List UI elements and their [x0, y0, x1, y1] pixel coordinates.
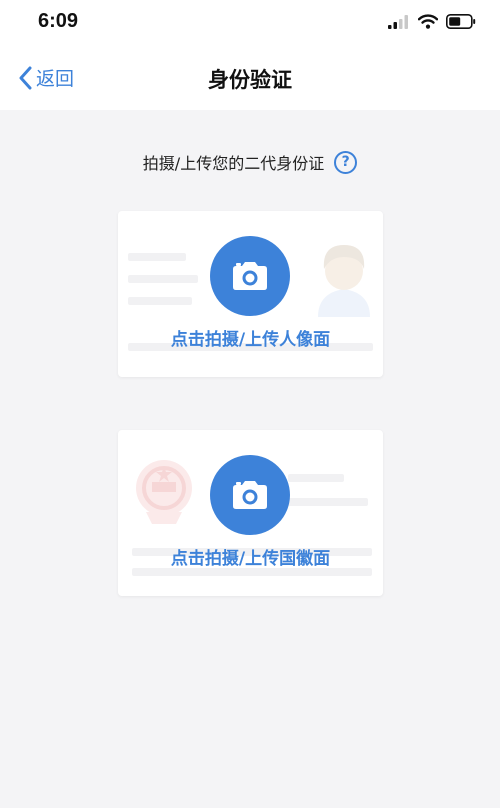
camera-button[interactable]: [210, 236, 290, 316]
placeholder-line: [128, 297, 192, 305]
camera-button[interactable]: [210, 455, 290, 535]
status-time: 6:09: [38, 10, 79, 32]
camera-icon: [233, 262, 267, 290]
status-bar: 6:09: [0, 0, 500, 46]
placeholder-line: [128, 253, 186, 261]
id-front-upload-card[interactable]: 点击拍摄/上传人像面: [118, 211, 383, 377]
national-emblem-icon: [136, 460, 192, 524]
instruction-text: 拍摄/上传您的二代身份证: [142, 154, 325, 173]
id-back-upload-card[interactable]: 点击拍摄/上传国徽面: [118, 430, 383, 596]
nav-bar: 返回 身份验证: [0, 46, 500, 110]
back-card-label: 点击拍摄/上传国徽面: [170, 549, 331, 569]
camera-icon: [233, 481, 267, 509]
portrait-placeholder-icon: [318, 245, 370, 317]
front-card-label: 点击拍摄/上传人像面: [170, 330, 331, 350]
instruction-row: 拍摄/上传您的二代身份证 ?: [0, 150, 500, 174]
cellular-signal-icon: [388, 14, 408, 29]
battery-icon: [446, 14, 476, 29]
placeholder-line: [288, 498, 368, 506]
placeholder-line: [288, 474, 344, 482]
help-icon[interactable]: ?: [334, 150, 358, 174]
wifi-icon: [418, 14, 438, 29]
status-icons: [388, 14, 476, 29]
placeholder-line: [128, 275, 198, 283]
page-title: 身份验证: [208, 68, 292, 92]
placeholder-line: [132, 568, 372, 576]
